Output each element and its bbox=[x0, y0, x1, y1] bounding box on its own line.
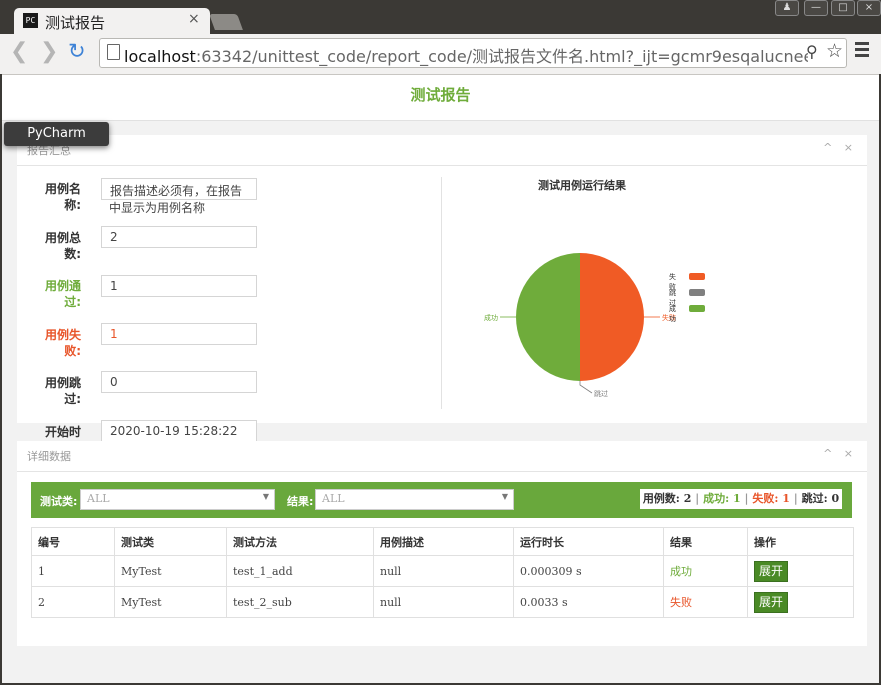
column-header: 编号 bbox=[31, 527, 115, 556]
table-header-row: 编号 测试类 测试方法 用例描述 运行时长 结果 操作 bbox=[31, 527, 854, 556]
browser-titlebar: PC 测试报告 × ♟ — □ × bbox=[0, 0, 881, 34]
field-label-case-name: 用例名 称: bbox=[44, 182, 81, 212]
panel-collapse-close-icon[interactable]: ^ × bbox=[823, 447, 857, 460]
detail-panel: 详细数据 ^ × 测试类: ALL ▼ 结果: ALL ▼ 用例数: 2 | 成… bbox=[17, 441, 867, 646]
detail-table: 编号 测试类 测试方法 用例描述 运行时长 结果 操作 1 MyTest tes… bbox=[31, 527, 854, 618]
back-icon[interactable]: ❮ bbox=[10, 39, 28, 64]
pie-leader-line bbox=[579, 381, 593, 394]
table-row: 1 MyTest test_1_add null 0.000309 s 成功 展… bbox=[31, 555, 854, 587]
field-passed: 1 bbox=[101, 275, 257, 297]
legend-label[interactable]: 成功 bbox=[669, 304, 676, 324]
column-header: 运行时长 bbox=[513, 527, 664, 556]
legend-swatch[interactable] bbox=[689, 289, 705, 296]
pie-slice-label: 跳过 bbox=[594, 389, 608, 398]
menu-icon[interactable] bbox=[855, 42, 869, 60]
cell-duration: 0.000309 s bbox=[513, 555, 664, 587]
url-text[interactable]: localhost:63342/unittest_code/report_cod… bbox=[124, 43, 808, 67]
tab-title: 测试报告 bbox=[45, 14, 106, 32]
field-skipped: 0 bbox=[101, 371, 257, 393]
column-header: 用例描述 bbox=[373, 527, 514, 556]
detail-panel-title: 详细数据 bbox=[27, 450, 71, 463]
pie-chart: 失败跳过成功 bbox=[484, 253, 676, 398]
tab-close-icon[interactable]: × bbox=[188, 11, 200, 27]
forward-icon[interactable]: ❯ bbox=[40, 39, 58, 64]
new-tab-button[interactable] bbox=[209, 14, 243, 30]
cell-method: test_1_add bbox=[226, 555, 374, 587]
cell-id: 2 bbox=[31, 586, 115, 618]
pie-slice[interactable] bbox=[580, 253, 644, 381]
star-icon[interactable]: ☆ bbox=[826, 40, 843, 62]
field-label-failed: 用例失 败: bbox=[44, 328, 81, 358]
legend-swatch[interactable] bbox=[689, 305, 705, 312]
field-failed: 1 bbox=[101, 323, 257, 345]
stats-summary: 用例数: 2 | 成功: 1 | 失败: 1 | 跳过: 0 bbox=[640, 489, 842, 509]
cell-result: 失败 bbox=[663, 586, 748, 618]
page-content: 测试报告 报告汇总 ^ × 用例名 称: 报告描述必须有，在报告 中显示为用例名称… bbox=[2, 75, 879, 683]
field-label-total: 用例总 数: bbox=[44, 231, 81, 261]
dropdown-arrow-icon: ▼ bbox=[501, 492, 508, 501]
field-label-passed: 用例通 过: bbox=[44, 279, 81, 309]
pycharm-tooltip: PyCharm bbox=[4, 122, 109, 146]
field-start-time: 2020-10-19 15:28:22 bbox=[101, 420, 257, 442]
maximize-button[interactable]: □ bbox=[831, 0, 855, 16]
report-title: 测试报告 bbox=[410, 86, 471, 104]
pie-slice[interactable] bbox=[516, 253, 580, 381]
user-icon[interactable]: ♟ bbox=[775, 0, 799, 16]
field-total: 2 bbox=[101, 226, 257, 248]
filter-result-label: 结果: bbox=[287, 495, 314, 508]
pycharm-favicon-icon: PC bbox=[23, 13, 38, 28]
report-header: 测试报告 bbox=[2, 75, 879, 121]
panel-divider bbox=[441, 177, 442, 409]
detail-panel-header: 详细数据 ^ × bbox=[17, 441, 867, 472]
column-header: 测试方法 bbox=[226, 527, 374, 556]
chart-title: 测试用例运行结果 bbox=[538, 179, 626, 192]
cell-class: MyTest bbox=[114, 586, 227, 618]
cell-result: 成功 bbox=[663, 555, 748, 587]
column-header: 测试类 bbox=[114, 527, 227, 556]
column-header: 结果 bbox=[663, 527, 748, 556]
cell-method: test_2_sub bbox=[226, 586, 374, 618]
field-case-name: 报告描述必须有，在报告 bbox=[101, 178, 257, 200]
filter-class-label: 测试类: bbox=[40, 495, 78, 508]
summary-panel: 报告汇总 ^ × 用例名 称: 报告描述必须有，在报告 中显示为用例名称 用例总数… bbox=[17, 135, 867, 455]
panel-collapse-close-icon[interactable]: ^ × bbox=[823, 141, 857, 154]
cell-duration: 0.0033 s bbox=[513, 586, 664, 618]
address-bar[interactable]: localhost:63342/unittest_code/report_cod… bbox=[99, 38, 847, 68]
cell-id: 1 bbox=[31, 555, 115, 587]
page-icon bbox=[107, 44, 120, 60]
table-row: 2 MyTest test_2_sub null 0.0033 s 失败 展开 bbox=[31, 586, 854, 618]
cell-class: MyTest bbox=[114, 555, 227, 587]
browser-tab[interactable]: PC 测试报告 × bbox=[14, 8, 210, 34]
field-label-skipped: 用例跳 过: bbox=[44, 376, 81, 406]
legend-swatch[interactable] bbox=[689, 273, 705, 280]
cell-desc: null bbox=[373, 586, 514, 618]
reload-icon[interactable]: ↻ bbox=[68, 39, 86, 63]
cell-action: 展开 bbox=[747, 586, 854, 618]
close-window-button[interactable]: × bbox=[857, 0, 881, 16]
filter-result-select[interactable]: ALL ▼ bbox=[315, 489, 514, 510]
column-header: 操作 bbox=[747, 527, 854, 556]
pie-slice-label: 成功 bbox=[484, 313, 498, 322]
cell-desc: null bbox=[373, 555, 514, 587]
expand-button[interactable]: 展开 bbox=[754, 560, 789, 582]
minimize-button[interactable]: — bbox=[804, 0, 828, 16]
filter-class-select[interactable]: ALL ▼ bbox=[80, 489, 275, 510]
summary-panel-header: 报告汇总 ^ × bbox=[17, 135, 867, 166]
cell-action: 展开 bbox=[747, 555, 854, 587]
zoom-icon[interactable]: ⚲ bbox=[806, 42, 818, 61]
expand-button[interactable]: 展开 bbox=[754, 591, 789, 613]
field-case-name-overflow: 中显示为用例名称 bbox=[109, 201, 206, 215]
browser-toolbar: ❮ ❯ ↻ localhost:63342/unittest_code/repo… bbox=[0, 34, 881, 75]
dropdown-arrow-icon: ▼ bbox=[262, 492, 269, 501]
filter-bar: 测试类: ALL ▼ 结果: ALL ▼ 用例数: 2 | 成功: 1 | 失败… bbox=[31, 482, 852, 518]
